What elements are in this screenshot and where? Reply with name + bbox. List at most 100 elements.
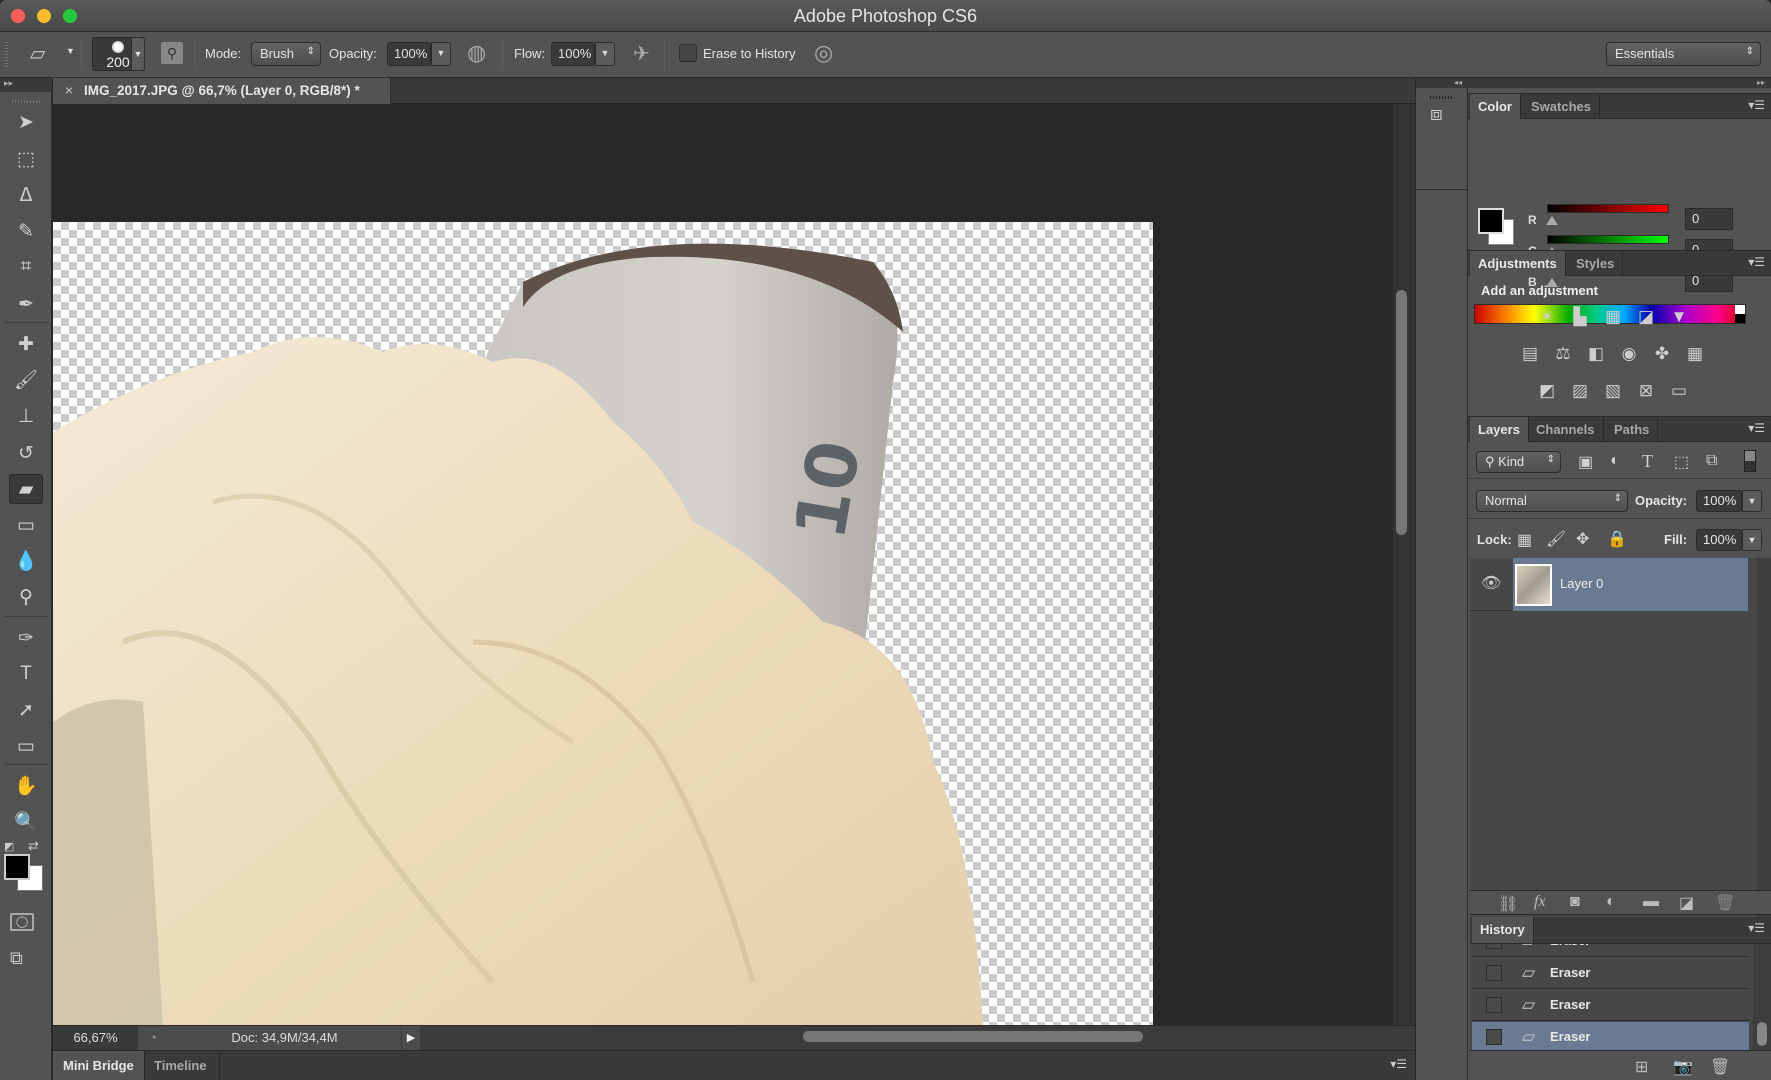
airbrush-icon[interactable]: ✈ xyxy=(633,41,650,66)
brush-tool[interactable]: 🖌 xyxy=(9,365,43,395)
tab-mini-bridge[interactable]: Mini Bridge xyxy=(53,1051,145,1080)
lock-position-icon[interactable]: ✥ xyxy=(1576,529,1589,549)
document-canvas[interactable]: 10 xyxy=(53,222,1153,1027)
zoom-level-field[interactable]: 66,67% xyxy=(53,1026,138,1050)
threshold-icon[interactable]: ▧ xyxy=(1601,380,1625,402)
erase-to-history-checkbox[interactable] xyxy=(679,44,697,62)
expand-dock-icon[interactable]: ▸▸ xyxy=(1468,78,1771,88)
color-balance-icon[interactable]: ⚖ xyxy=(1551,343,1575,365)
path-selection-tool[interactable]: ➚ xyxy=(9,695,43,725)
filter-toggle-switch[interactable] xyxy=(1744,450,1756,472)
expand-toolbar-icon[interactable]: ▸▸ xyxy=(0,78,52,92)
invert-icon[interactable]: ◩ xyxy=(1535,380,1559,402)
channel-value-r[interactable]: 0 xyxy=(1685,208,1733,230)
filter-type-layers-icon[interactable]: T xyxy=(1642,451,1653,472)
collapse-dock-icon[interactable]: ◂◂ xyxy=(1416,78,1468,88)
type-tool[interactable]: T xyxy=(9,659,43,689)
rectangle-tool[interactable]: ▭ xyxy=(9,731,43,761)
panel-menu-icon[interactable]: ▾☰ xyxy=(1748,421,1765,435)
quick-selection-tool[interactable]: ✎ xyxy=(9,216,43,246)
clone-stamp-tool[interactable]: ⊥ xyxy=(9,401,43,431)
slider-handle-r[interactable] xyxy=(1546,216,1558,225)
history-state[interactable]: ▱ Eraser xyxy=(1472,944,1749,957)
lock-image-pixels-icon[interactable]: 🖌 xyxy=(1546,529,1566,549)
opacity-input[interactable]: 100% xyxy=(387,42,431,66)
hue-saturation-icon[interactable]: ▤ xyxy=(1518,343,1542,365)
swap-colors-icon[interactable]: ⇄ xyxy=(28,838,39,854)
white-swatch[interactable] xyxy=(1735,305,1745,314)
lock-all-icon[interactable]: 🔒 xyxy=(1607,529,1627,549)
brightness-contrast-icon[interactable]: ☀ xyxy=(1535,306,1559,328)
channel-mixer-icon[interactable]: ✤ xyxy=(1650,343,1674,365)
3d-panel-icon[interactable]: ⧈ xyxy=(1430,103,1443,126)
history-state[interactable]: ▱ Eraser xyxy=(1472,958,1749,989)
history-source-checkbox[interactable] xyxy=(1486,1029,1502,1045)
screen-mode-icon[interactable]: ⧉ xyxy=(10,948,23,969)
horizontal-scrollbar-thumb[interactable] xyxy=(803,1031,1143,1042)
delete-layer-icon[interactable]: 🗑 xyxy=(1715,893,1735,913)
tab-channels[interactable]: Channels xyxy=(1528,417,1604,442)
lasso-tool[interactable]: ᐃ xyxy=(9,180,43,210)
levels-icon[interactable]: ▙ xyxy=(1568,306,1592,328)
gradient-tool[interactable]: ▭ xyxy=(9,510,43,540)
filter-smart-objects-icon[interactable]: ⧉ xyxy=(1706,452,1717,470)
layer-visibility-toggle[interactable]: 👁 xyxy=(1470,558,1512,611)
brush-panel-toggle-icon[interactable]: ⚲ xyxy=(161,42,183,64)
healing-brush-tool[interactable]: ✚ xyxy=(9,329,43,359)
tab-adjustments[interactable]: Adjustments xyxy=(1470,251,1566,276)
new-document-from-state-icon[interactable]: ⊞ xyxy=(1635,1057,1648,1077)
dock-grip[interactable] xyxy=(1430,96,1454,99)
close-document-icon[interactable]: × xyxy=(65,82,73,98)
black-white-icon[interactable]: ◧ xyxy=(1584,343,1608,365)
pen-tool[interactable]: ✑ xyxy=(9,623,43,653)
history-source-checkbox[interactable] xyxy=(1486,997,1502,1013)
history-source-checkbox[interactable] xyxy=(1486,944,1502,949)
move-tool[interactable]: ➤ xyxy=(9,107,43,137)
status-clock-icon[interactable]: ◔ xyxy=(138,1026,168,1050)
layer-row[interactable]: Layer 0 xyxy=(1513,558,1748,611)
layer-opacity-input[interactable]: 100% xyxy=(1696,490,1742,512)
new-layer-icon[interactable]: ◪ xyxy=(1679,893,1694,913)
mode-select[interactable]: Brush ⇕ xyxy=(251,42,321,66)
layer-style-icon[interactable]: fx xyxy=(1534,893,1546,911)
tab-paths[interactable]: Paths xyxy=(1606,417,1659,442)
blend-mode-select[interactable]: Normal ⇕ xyxy=(1476,490,1628,512)
opacity-dropdown-arrow[interactable]: ▼ xyxy=(431,42,451,66)
eyedropper-tool[interactable]: ✒ xyxy=(9,289,43,319)
panel-menu-icon[interactable]: ▾☰ xyxy=(1748,255,1765,269)
foreground-color-swatch[interactable] xyxy=(4,854,30,880)
selective-color-icon[interactable]: ⊠ xyxy=(1634,380,1658,402)
dodge-tool[interactable]: ⚲ xyxy=(9,582,43,612)
tab-swatches[interactable]: Swatches xyxy=(1523,94,1600,119)
new-snapshot-icon[interactable]: 📷 xyxy=(1673,1057,1693,1077)
add-mask-icon[interactable]: ◙ xyxy=(1570,893,1580,911)
default-colors-icon[interactable]: ◩ xyxy=(4,840,16,853)
photo-filter-icon[interactable]: ◉ xyxy=(1617,343,1641,365)
history-scroll-track[interactable] xyxy=(1753,944,1771,1050)
tab-timeline[interactable]: Timeline xyxy=(146,1051,220,1080)
eraser-tool-preset-icon[interactable]: ▱ xyxy=(30,41,45,66)
vibrance-icon[interactable]: ▼ xyxy=(1667,306,1691,328)
link-layers-icon[interactable]: ⛓ xyxy=(1498,894,1518,914)
zoom-tool[interactable]: 🔍 xyxy=(9,807,43,837)
hand-tool[interactable]: ✋ xyxy=(9,771,43,801)
tab-layers[interactable]: Layers xyxy=(1470,417,1529,442)
history-brush-tool[interactable]: ↺ xyxy=(9,438,43,468)
brush-preset-dropdown-arrow[interactable]: ▼ xyxy=(131,37,145,71)
panel-menu-icon[interactable]: ▾☰ xyxy=(1748,921,1765,935)
curves-icon[interactable]: ▦ xyxy=(1601,306,1625,328)
options-bar-grip[interactable] xyxy=(5,42,8,68)
flow-input[interactable]: 100% xyxy=(551,42,595,66)
history-state[interactable]: ▱ Eraser xyxy=(1472,990,1749,1021)
history-state[interactable]: ▱ Eraser xyxy=(1472,1022,1749,1050)
history-scroll-thumb[interactable] xyxy=(1757,1022,1767,1046)
marquee-tool[interactable]: ⬚ xyxy=(9,144,43,174)
tool-preset-dropdown-arrow[interactable]: ▼ xyxy=(66,46,75,56)
tablet-pressure-opacity-icon[interactable]: ◍ xyxy=(467,40,486,66)
blur-tool[interactable]: 💧 xyxy=(9,546,43,576)
crop-tool[interactable]: ⌗ xyxy=(9,252,43,282)
new-adjustment-layer-icon[interactable]: ◐ xyxy=(1606,893,1616,911)
panel-menu-icon[interactable]: ▾☰ xyxy=(1748,98,1765,112)
quick-mask-icon[interactable]: ◯ xyxy=(10,913,34,931)
fill-input[interactable]: 100% xyxy=(1696,529,1742,551)
